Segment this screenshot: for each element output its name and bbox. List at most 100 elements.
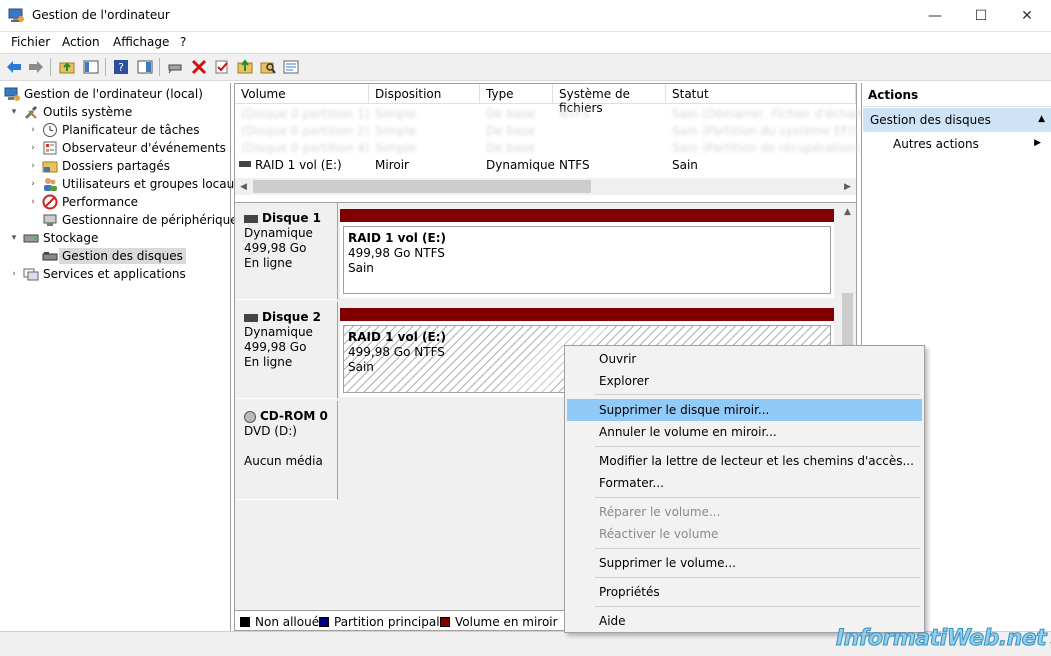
column-volume[interactable]: Volume <box>235 84 369 104</box>
search-folder-icon[interactable] <box>259 58 277 76</box>
svg-text:?: ? <box>118 61 124 74</box>
computer-management-icon <box>4 86 20 102</box>
legend-primary: Partition principale <box>319 615 447 629</box>
menu-item-explore[interactable]: Explorer <box>567 370 922 392</box>
actions-header: Actions <box>862 83 1051 107</box>
scroll-thumb[interactable] <box>253 180 591 193</box>
volume-icon <box>239 161 251 167</box>
no-entry-icon <box>42 194 58 210</box>
disk-1-label[interactable]: Disque 1 Dynamique 499,98 Go En ligne <box>235 203 338 300</box>
other-actions[interactable]: Autres actions <box>893 137 979 151</box>
chevron-right-icon[interactable]: › <box>27 179 39 189</box>
column-layout[interactable]: Disposition <box>369 84 480 104</box>
menu-item-properties[interactable]: Propriétés <box>567 581 922 603</box>
help-icon[interactable]: ? <box>112 58 130 76</box>
scroll-thumb[interactable] <box>842 293 853 353</box>
menu-bar: Fichier Action Affichage ? <box>0 32 1051 53</box>
scroll-right-icon[interactable]: ▶ <box>839 178 856 195</box>
tree-performance[interactable]: › Performance <box>27 193 138 211</box>
up-folder-icon[interactable] <box>58 58 76 76</box>
partition-box[interactable]: RAID 1 vol (E:) 499,98 Go NTFS Sain <box>343 226 831 294</box>
list-view-icon[interactable] <box>282 58 300 76</box>
table-row[interactable]: (Disque 0 partition 1) Simple De base NT… <box>235 106 882 123</box>
tree-services[interactable]: › Services et applications <box>8 265 186 283</box>
tree-system-tools[interactable]: ▾ Outils système <box>8 103 132 121</box>
check-icon[interactable] <box>213 58 231 76</box>
chevron-down-icon[interactable]: ▾ <box>8 107 20 117</box>
clock-icon <box>42 122 58 138</box>
tree-task-scheduler[interactable]: › Planificateur de tâches <box>27 121 200 139</box>
tree-root-label: Gestion de l'ordinateur (local) <box>24 87 203 101</box>
connect-icon[interactable] <box>166 58 184 76</box>
horizontal-scrollbar[interactable]: ◀ ▶ <box>235 178 856 195</box>
menu-action[interactable]: Action <box>62 35 100 49</box>
shared-folder-icon <box>42 158 58 174</box>
legend-unallocated: Non alloué <box>240 615 319 629</box>
disk-icon <box>244 313 258 322</box>
tree-storage[interactable]: ▾ Stockage <box>8 229 99 247</box>
mirror-bar <box>340 308 834 321</box>
menu-help[interactable]: ? <box>180 35 186 49</box>
device-manager-icon <box>42 212 58 228</box>
event-log-icon <box>42 140 58 156</box>
tree-device-manager[interactable]: Gestionnaire de périphériques <box>42 211 244 229</box>
cdrom-icon <box>244 410 256 423</box>
maximize-button[interactable]: ☐ <box>958 0 1004 32</box>
scroll-left-icon[interactable]: ◀ <box>235 178 252 195</box>
menu-item-break-mirror[interactable]: Annuler le volume en miroir... <box>567 421 922 443</box>
menu-item-delete-volume[interactable]: Supprimer le volume... <box>567 552 922 574</box>
column-status[interactable]: Statut <box>666 84 856 104</box>
forward-arrow-icon[interactable] <box>27 58 45 76</box>
tree-disk-management[interactable]: Gestion des disques <box>42 247 186 265</box>
menu-file[interactable]: Fichier <box>11 35 50 49</box>
chevron-down-icon[interactable]: ▾ <box>8 233 20 243</box>
menu-item-format[interactable]: Formater... <box>567 472 922 494</box>
tree-shared-folders[interactable]: › Dossiers partagés <box>27 157 170 175</box>
properties-pane-icon[interactable] <box>136 58 154 76</box>
computer-management-icon <box>8 7 25 24</box>
window-title: Gestion de l'ordinateur <box>32 8 170 22</box>
users-icon <box>42 176 58 192</box>
column-filesystem[interactable]: Système de fichiers <box>553 84 666 115</box>
upload-folder-icon[interactable] <box>236 58 254 76</box>
chevron-right-icon[interactable]: › <box>27 125 39 135</box>
menu-item-repair: Réparer le volume... <box>599 505 721 519</box>
delete-icon[interactable] <box>190 58 208 76</box>
chevron-right-icon[interactable]: › <box>27 143 39 153</box>
tree-local-users[interactable]: › Utilisateurs et groupes locaux <box>27 175 241 193</box>
chevron-right-icon[interactable]: › <box>27 197 39 207</box>
context-menu: Ouvrir Explorer Supprimer le disque miro… <box>564 345 925 633</box>
menu-item-open[interactable]: Ouvrir <box>567 348 922 370</box>
back-arrow-icon[interactable] <box>5 58 23 76</box>
tree-root[interactable]: Gestion de l'ordinateur (local) <box>4 85 203 103</box>
disk-2-label[interactable]: Disque 2 Dynamique 499,98 Go En ligne <box>235 302 338 399</box>
cdrom-label[interactable]: CD-ROM 0 DVD (D:) Aucun média <box>235 401 338 500</box>
column-type[interactable]: Type <box>480 84 553 104</box>
disk-1-partition[interactable]: RAID 1 vol (E:) 499,98 Go NTFS Sain <box>340 209 834 298</box>
title-bar: Gestion de l'ordinateur — ☐ ✕ <box>0 0 1051 32</box>
watermark-text: InformatiWeb.net <box>835 625 1047 651</box>
chevron-right-icon[interactable]: › <box>27 161 39 171</box>
chevron-right-icon: ▶ <box>1034 138 1041 148</box>
minimize-button[interactable]: — <box>912 0 958 32</box>
actions-section[interactable]: Gestion des disques ▲ <box>863 108 1051 132</box>
toolbar: ? <box>0 53 1051 81</box>
table-row-raid[interactable]: RAID 1 vol (E:) Miroir Dynamique NTFS Sa… <box>235 157 856 174</box>
navigation-tree: Gestion de l'ordinateur (local) ▾ Outils… <box>0 83 244 631</box>
legend-mirror: Volume en miroir <box>440 615 558 629</box>
table-row[interactable]: (Disque 0 partition 2) Simple De base Sa… <box>235 123 857 140</box>
tree-event-viewer[interactable]: › Observateur d'événements <box>27 139 226 157</box>
mirror-bar <box>340 209 834 222</box>
chevron-right-icon[interactable]: › <box>8 269 20 279</box>
disk-management-icon <box>42 248 58 264</box>
menu-item-remove-mirror[interactable]: Supprimer le disque miroir... <box>567 399 922 421</box>
menu-view[interactable]: Affichage <box>113 35 169 49</box>
table-row[interactable]: (Disque 0 partition 4) Simple De base Sa… <box>235 140 860 157</box>
scroll-up-icon[interactable]: ▲ <box>839 203 856 220</box>
storage-icon <box>23 230 39 246</box>
collapse-icon[interactable]: ▲ <box>1038 114 1045 124</box>
close-button[interactable]: ✕ <box>1004 0 1050 32</box>
show-hide-tree-icon[interactable] <box>82 58 100 76</box>
tools-icon <box>23 104 39 120</box>
menu-item-change-letter[interactable]: Modifier la lettre de lecteur et les che… <box>567 450 922 472</box>
